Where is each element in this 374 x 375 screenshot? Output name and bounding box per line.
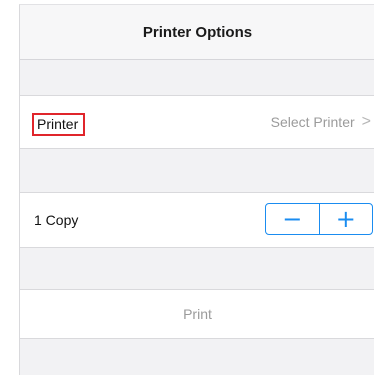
- select-printer-text: Select Printer: [270, 114, 355, 130]
- sheet-header: Printer Options: [20, 5, 374, 60]
- printer-label: Printer: [32, 113, 86, 136]
- copies-label: 1 Copy: [34, 212, 79, 228]
- chevron-right-icon: >: [361, 113, 371, 130]
- printer-row[interactable]: Printer Select Printer >: [20, 95, 374, 149]
- minus-icon: −: [282, 205, 303, 233]
- copies-row: 1 Copy − +: [20, 192, 374, 248]
- print-button[interactable]: Print: [20, 290, 374, 338]
- printer-options-sheet: Printer Options Printer Select Printer >…: [19, 4, 374, 375]
- copies-stepper[interactable]: − +: [265, 203, 373, 235]
- decrement-button[interactable]: −: [266, 204, 320, 234]
- plus-icon: +: [335, 205, 356, 233]
- print-row[interactable]: Print: [20, 289, 374, 339]
- select-printer-link[interactable]: Select Printer >: [270, 113, 371, 131]
- print-button-label: Print: [183, 306, 212, 322]
- increment-button[interactable]: +: [320, 204, 373, 234]
- page-title: Printer Options: [142, 23, 253, 41]
